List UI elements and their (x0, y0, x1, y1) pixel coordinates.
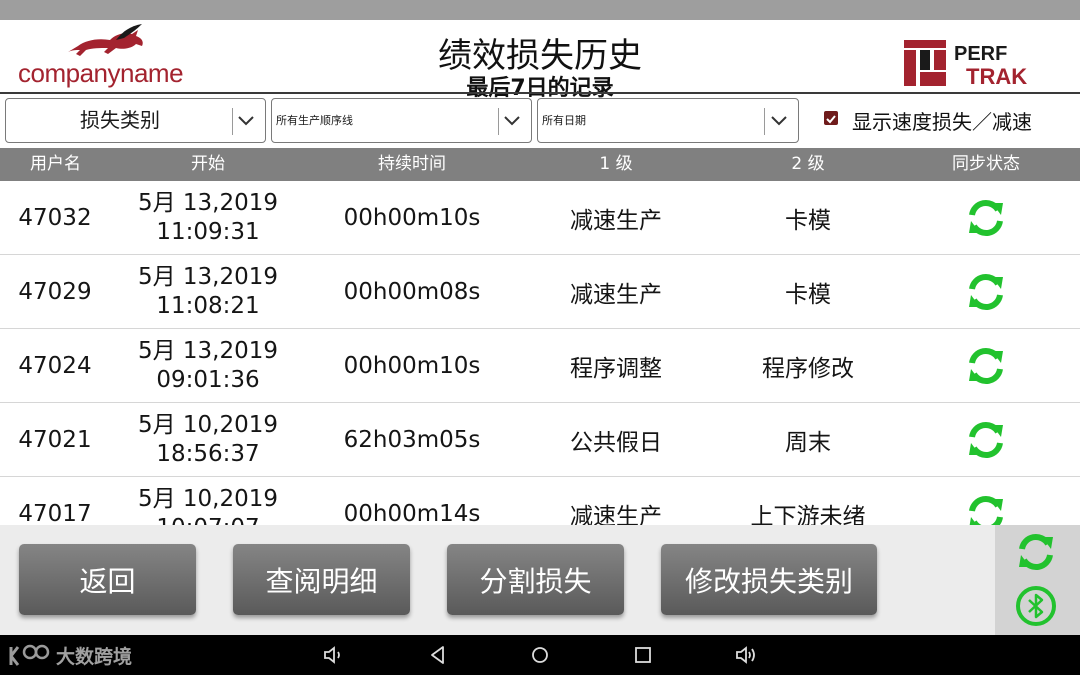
column-header-start: 开始 (191, 154, 225, 174)
column-header-duration: 持续时间 (378, 154, 446, 174)
cell-start-date: 5月 10,2019 (137, 411, 279, 438)
cell-duration: 62h03m05s (343, 426, 481, 453)
cell-sync-status[interactable] (946, 255, 1026, 328)
table-row[interactable]: 47024 5月 13,2019 09:01:36 00h00m10s 程序调整… (0, 329, 1080, 403)
bluetooth-icon[interactable] (1015, 585, 1057, 627)
back-button[interactable]: 返回 (19, 544, 196, 615)
view-details-button[interactable]: 查阅明细 (233, 544, 410, 615)
chevron-down-icon (238, 116, 254, 126)
show-speed-loss-checkbox[interactable] (824, 111, 838, 125)
android-nav-bar: 大数跨境 (0, 635, 1080, 675)
cell-start-time: 11:08:21 (156, 292, 260, 319)
table-row[interactable]: 47032 5月 13,2019 11:09:31 00h00m10s 减速生产… (0, 181, 1080, 255)
cell-start-time: 11:09:31 (156, 218, 260, 245)
column-header-level2: 2 级 (791, 154, 825, 174)
cell-sync-status[interactable] (946, 329, 1026, 402)
table-header: 用户名 开始 持续时间 1 级 2 级 同步状态 (0, 148, 1080, 181)
table-row[interactable]: 47029 5月 13,2019 11:08:21 00h00m08s 减速生产… (0, 255, 1080, 329)
cell-level2: 程序修改 (762, 355, 854, 382)
cell-level1: 减速生产 (570, 503, 662, 526)
cell-level2: 周末 (785, 429, 831, 456)
horse-logo-icon (68, 24, 143, 56)
cell-start: 5月 10,2019 18:56:37 (128, 403, 288, 476)
checkmark-icon (826, 115, 836, 124)
cell-duration: 00h00m10s (343, 352, 481, 379)
cell-user: 47017 (18, 500, 92, 526)
table-row[interactable]: 47017 5月 10,2019 10:07:07 00h00m14s 减速生产… (0, 477, 1080, 525)
cell-start-date: 5月 13,2019 (137, 337, 279, 364)
column-header-sync-status: 同步状态 (952, 154, 1020, 174)
cell-start-time: 09:01:36 (156, 366, 260, 393)
sync-icon (969, 199, 1003, 236)
cell-level1: 程序调整 (570, 355, 662, 382)
cell-start-date: 5月 13,2019 (137, 263, 279, 290)
cell-start-time: 10:07:07 (156, 514, 259, 526)
cell-level1: 减速生产 (570, 207, 662, 234)
watermark-logo-icon (9, 644, 50, 666)
perftrak-logo-perf: PERF (954, 43, 1007, 65)
cell-duration: 00h00m10s (343, 204, 481, 231)
status-side-panel (995, 525, 1080, 635)
cell-start-time: 18:56:37 (156, 440, 260, 467)
column-header-level1: 1 级 (599, 154, 633, 174)
recents-nav-icon[interactable] (631, 643, 655, 667)
cell-level1: 减速生产 (570, 281, 662, 308)
cell-sync-status[interactable] (946, 181, 1026, 254)
show-speed-loss-label[interactable]: 显示速度损失／减速 (852, 106, 1032, 135)
cell-start: 5月 13,2019 11:09:31 (128, 181, 288, 254)
table-row[interactable]: 47021 5月 10,2019 18:56:37 62h03m05s 公共假日… (0, 403, 1080, 477)
loss-history-table[interactable]: 47032 5月 13,2019 11:09:31 00h00m10s 减速生产… (0, 181, 1080, 525)
production-line-dropdown[interactable]: 所有生产顺序线 (271, 98, 532, 143)
cell-user: 47029 (18, 278, 92, 305)
dropdown-separator (232, 108, 233, 135)
sync-icon[interactable] (1015, 531, 1057, 573)
perftrak-logo: PERF TRAK (904, 40, 1027, 89)
sync-icon (969, 421, 1003, 458)
split-loss-button[interactable]: 分割损失 (447, 544, 624, 615)
watermark-text: 大数跨境 (56, 645, 133, 668)
modify-loss-category-button[interactable]: 修改损失类别 (661, 544, 877, 615)
cell-level2: 卡模 (785, 207, 831, 234)
cell-sync-status[interactable] (946, 477, 1026, 525)
chevron-down-icon (771, 116, 787, 126)
sync-icon (969, 495, 1003, 525)
sync-icon (969, 273, 1003, 310)
cell-user: 47021 (18, 426, 92, 453)
status-strip (0, 0, 1080, 20)
cell-start: 5月 10,2019 10:07:07 (128, 477, 288, 526)
cell-user: 47024 (18, 352, 92, 379)
cell-level2: 上下游未绪 (750, 503, 866, 526)
cell-start: 5月 13,2019 11:08:21 (128, 255, 288, 328)
date-range-dropdown[interactable]: 所有日期 (537, 98, 799, 143)
volume-down-icon[interactable] (322, 643, 346, 667)
loss-category-dropdown[interactable]: 损失类别 (5, 98, 266, 143)
dropdown-separator (498, 108, 499, 135)
cell-sync-status[interactable] (946, 403, 1026, 476)
company-logo: companyname (14, 24, 184, 92)
perftrak-logo-trak: TRAK (966, 64, 1027, 89)
watermark: 大数跨境 (8, 641, 132, 669)
column-header-user: 用户名 (30, 154, 81, 174)
cell-user: 47032 (18, 204, 92, 231)
back-nav-icon[interactable] (426, 643, 450, 667)
cell-start-date: 5月 10,2019 (137, 485, 279, 512)
cell-start-date: 5月 13,2019 (137, 189, 279, 216)
filter-bar: 损失类别 所有生产顺序线 所有日期 显示速度损失／减速 (0, 94, 1080, 148)
production-line-value: 所有生产顺序线 (276, 114, 353, 127)
home-nav-icon[interactable] (528, 643, 552, 667)
app-header: companyname 绩效损失历史 最后7日的记录 PERF TRAK (0, 20, 1080, 101)
company-name-text: companyname (18, 58, 184, 88)
cell-duration: 00h00m08s (343, 278, 481, 305)
cell-start: 5月 13,2019 09:01:36 (128, 329, 288, 402)
cell-duration: 00h00m14s (343, 500, 481, 526)
date-range-value: 所有日期 (542, 114, 586, 127)
cell-level1: 公共假日 (570, 429, 662, 456)
action-bar: 返回 查阅明细 分割损失 修改损失类别 (0, 525, 995, 635)
dropdown-separator (764, 108, 765, 135)
cell-level2: 卡模 (785, 281, 831, 308)
volume-up-icon[interactable] (734, 643, 758, 667)
chevron-down-icon (504, 116, 520, 126)
sync-icon (969, 347, 1003, 384)
loss-category-value: 损失类别 (80, 108, 160, 132)
